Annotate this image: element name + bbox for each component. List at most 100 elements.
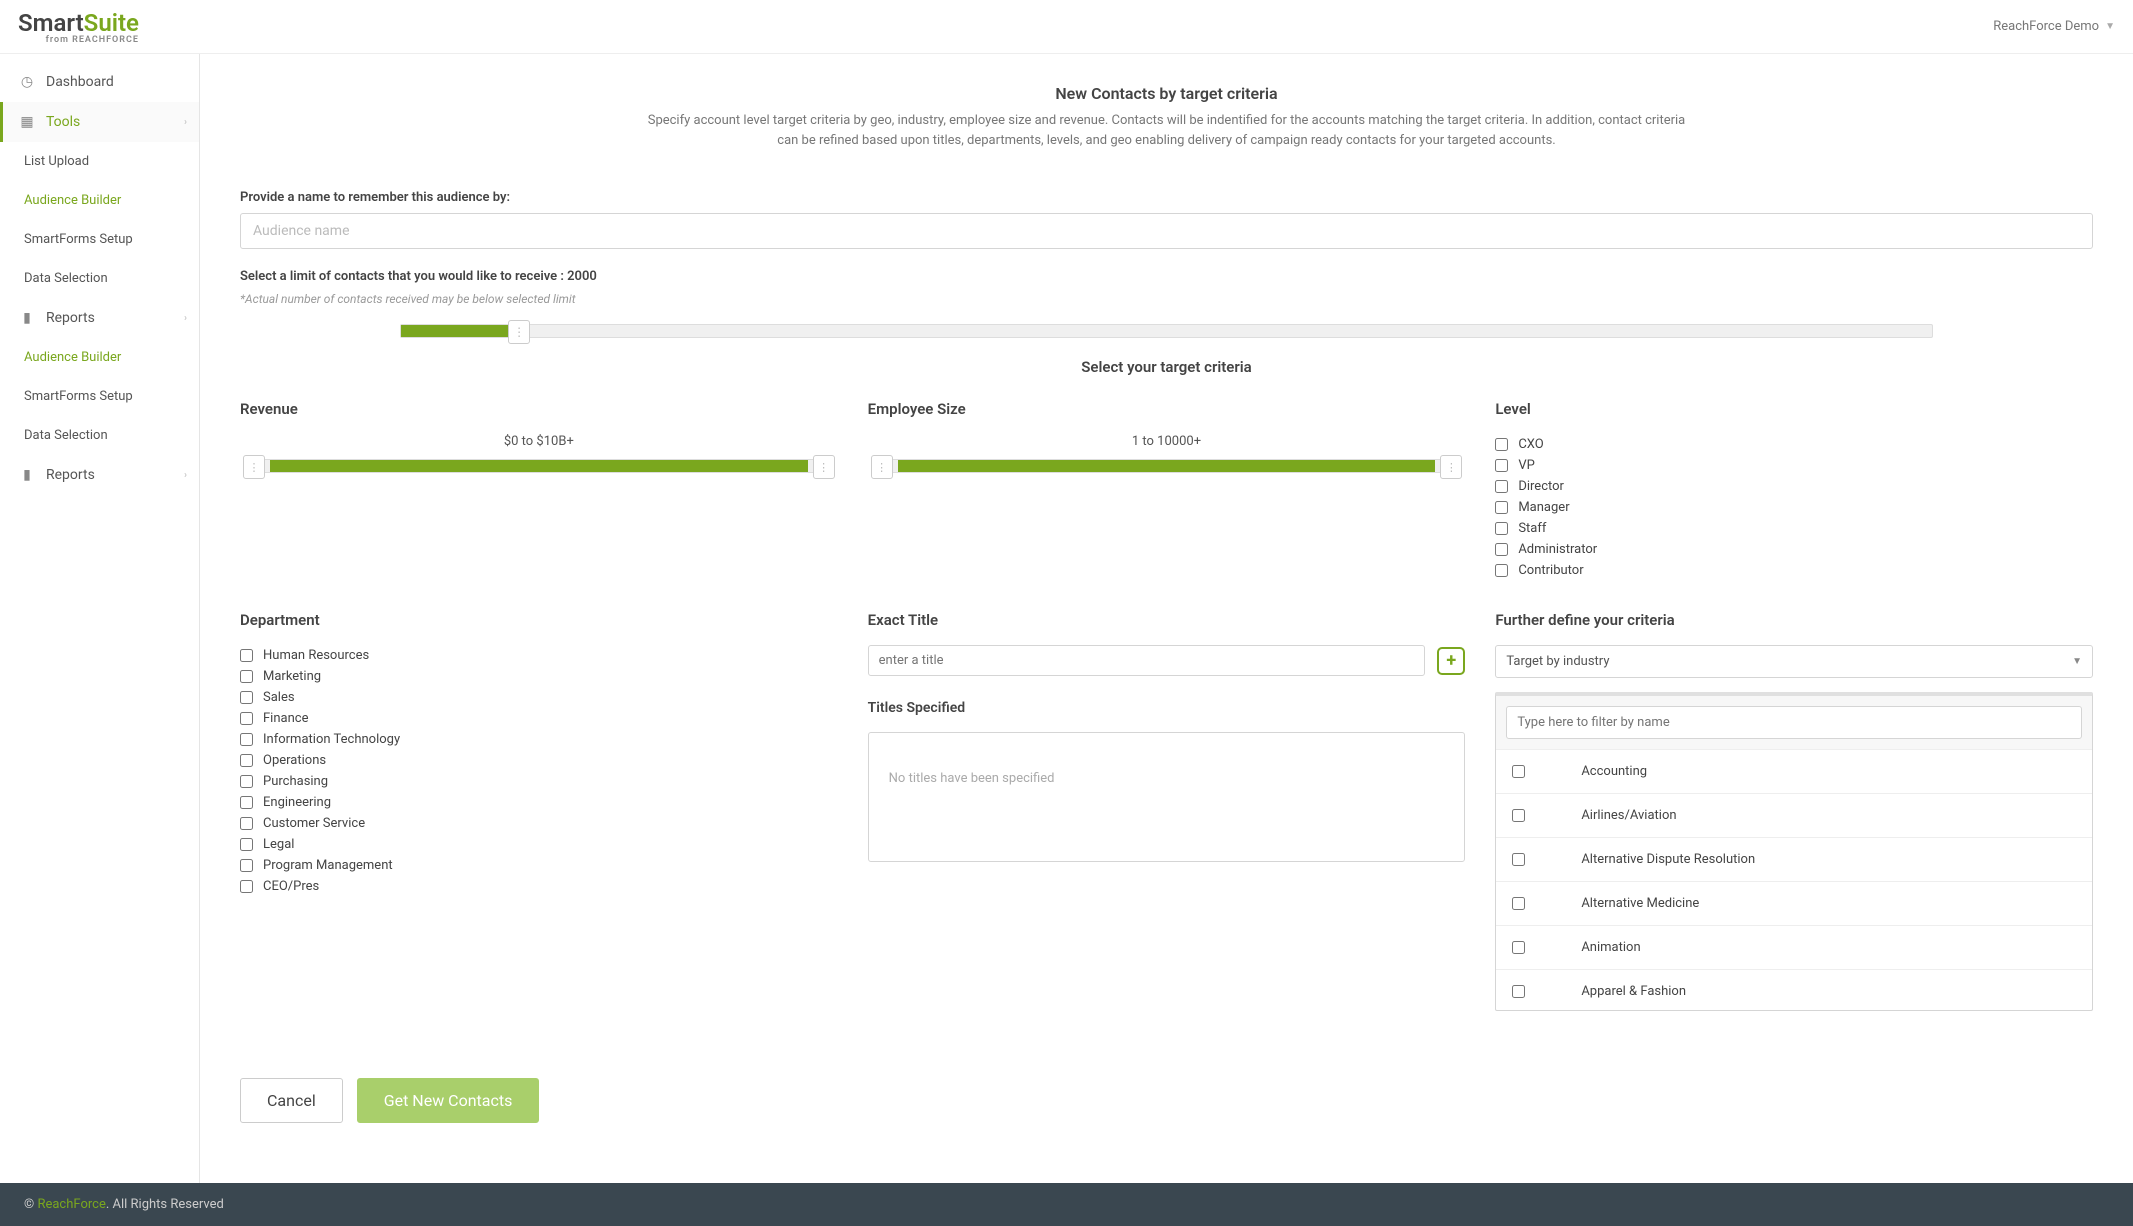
- department-label: Engineering: [263, 795, 331, 810]
- sidebar-item-tools[interactable]: ▦Tools›: [0, 102, 199, 142]
- level-label: Contributor: [1518, 563, 1583, 578]
- department-checkbox[interactable]: [240, 796, 253, 809]
- department-checkbox[interactable]: [240, 649, 253, 662]
- sidebar-item-dashboard[interactable]: ◷Dashboard: [0, 62, 199, 102]
- logo: SmartSuite from REACHFORCE: [18, 9, 139, 45]
- industry-checkbox[interactable]: [1512, 765, 1525, 778]
- level-checkbox[interactable]: [1495, 480, 1508, 493]
- industry-checkbox[interactable]: [1512, 941, 1525, 954]
- target-by-dropdown[interactable]: Target by industry ▼: [1495, 645, 2093, 678]
- industry-panel: AccountingAirlines/AviationAlternative D…: [1495, 692, 2093, 1011]
- department-checkbox[interactable]: [240, 691, 253, 704]
- footer-rest: . All Rights Reserved: [106, 1197, 224, 1212]
- sidebar-label: SmartForms Setup: [24, 389, 133, 404]
- level-checkbox[interactable]: [1495, 522, 1508, 535]
- department-checkbox[interactable]: [240, 754, 253, 767]
- sidebar-item-list-upload[interactable]: List Upload: [0, 142, 199, 181]
- department-checkbox[interactable]: [240, 712, 253, 725]
- sidebar-item-reports[interactable]: ▮Reports›: [0, 298, 199, 338]
- page-title: New Contacts by target criteria: [240, 84, 2093, 103]
- footer-copy: ©: [24, 1197, 37, 1212]
- employee-slider[interactable]: [880, 459, 1454, 473]
- sidebar-item-data-selection[interactable]: Data Selection: [0, 259, 199, 298]
- level-item: Administrator: [1495, 539, 2093, 560]
- sidebar-item-audience-builder-2[interactable]: Audience Builder: [0, 338, 199, 377]
- level-item: CXO: [1495, 434, 2093, 455]
- department-item: Purchasing: [240, 771, 838, 792]
- revenue-slider[interactable]: [252, 459, 826, 473]
- sidebar-item-audience-builder[interactable]: Audience Builder: [0, 181, 199, 220]
- slider-thumb-right[interactable]: [813, 455, 835, 479]
- department-item: Information Technology: [240, 729, 838, 750]
- sidebar-label: Reports: [46, 467, 95, 483]
- exact-title-block: Exact Title + Titles Specified No titles…: [868, 611, 1466, 1011]
- sidebar: ◷Dashboard ▦Tools› List Upload Audience …: [0, 54, 200, 1183]
- level-item: Staff: [1495, 518, 2093, 539]
- grid-icon: ▦: [18, 114, 36, 130]
- sidebar-item-reports-2[interactable]: ▮Reports›: [0, 455, 199, 495]
- department-checkbox[interactable]: [240, 817, 253, 830]
- department-block: Department Human Resources Marketing Sales…: [240, 611, 838, 1011]
- exact-title-input[interactable]: [868, 645, 1426, 676]
- industry-row: Airlines/Aviation: [1496, 794, 2092, 838]
- contact-limit-slider[interactable]: [240, 324, 2093, 338]
- department-head: Department: [240, 611, 838, 629]
- department-checkbox[interactable]: [240, 880, 253, 893]
- department-label: Legal: [263, 837, 294, 852]
- department-item: Human Resources: [240, 645, 838, 666]
- sidebar-item-data-selection-2[interactable]: Data Selection: [0, 416, 199, 455]
- sidebar-label: SmartForms Setup: [24, 232, 133, 247]
- level-checkbox[interactable]: [1495, 438, 1508, 451]
- level-block: Level CXOVPDirectorManagerStaffAdministr…: [1495, 400, 2093, 581]
- level-label: Administrator: [1518, 542, 1597, 557]
- get-new-contacts-button[interactable]: Get New Contacts: [357, 1078, 540, 1123]
- department-item: Operations: [240, 750, 838, 771]
- industry-checkbox[interactable]: [1512, 897, 1525, 910]
- chevron-down-icon: ▼: [2072, 656, 2082, 667]
- industry-label: Animation: [1581, 940, 1640, 955]
- employee-range-value: 1 to 10000+: [868, 434, 1466, 449]
- slider-thumb-right[interactable]: [1440, 455, 1462, 479]
- department-checkbox[interactable]: [240, 775, 253, 788]
- industry-checkbox[interactable]: [1512, 809, 1525, 822]
- contact-limit-note: *Actual number of contacts received may …: [240, 292, 2093, 306]
- level-checkbox[interactable]: [1495, 543, 1508, 556]
- footer-brand-link[interactable]: ReachForce: [37, 1197, 105, 1212]
- chevron-down-icon: ▼: [2105, 21, 2115, 32]
- slider-thumb-left[interactable]: [871, 455, 893, 479]
- slider-thumb[interactable]: [508, 320, 530, 344]
- department-item: Legal: [240, 834, 838, 855]
- gauge-icon: ◷: [18, 74, 36, 90]
- add-title-button[interactable]: +: [1437, 647, 1465, 675]
- level-checkbox[interactable]: [1495, 459, 1508, 472]
- sidebar-label: Audience Builder: [24, 193, 121, 208]
- industry-label: Accounting: [1581, 764, 1647, 779]
- industry-checkbox[interactable]: [1512, 853, 1525, 866]
- level-item: VP: [1495, 455, 2093, 476]
- industry-checkbox[interactable]: [1512, 985, 1525, 998]
- department-label: Sales: [263, 690, 295, 705]
- department-label: Human Resources: [263, 648, 369, 663]
- sidebar-label: Tools: [46, 114, 80, 130]
- industry-row: Animation: [1496, 926, 2092, 970]
- level-checkbox[interactable]: [1495, 564, 1508, 577]
- cancel-button[interactable]: Cancel: [240, 1078, 343, 1123]
- level-checkbox[interactable]: [1495, 501, 1508, 514]
- industry-label: Alternative Medicine: [1581, 896, 1699, 911]
- user-menu[interactable]: ReachForce Demo ▼: [1993, 19, 2115, 34]
- slider-thumb-left[interactable]: [243, 455, 265, 479]
- department-item: Sales: [240, 687, 838, 708]
- department-checkbox[interactable]: [240, 670, 253, 683]
- main-content: New Contacts by target criteria Specify …: [200, 54, 2133, 1183]
- department-item: Finance: [240, 708, 838, 729]
- sidebar-item-smartforms-setup[interactable]: SmartForms Setup: [0, 220, 199, 259]
- department-checkbox[interactable]: [240, 733, 253, 746]
- logo-smart: Smart: [18, 9, 84, 37]
- department-checkbox[interactable]: [240, 838, 253, 851]
- sidebar-item-smartforms-setup-2[interactable]: SmartForms Setup: [0, 377, 199, 416]
- department-checkbox[interactable]: [240, 859, 253, 872]
- industry-filter-input[interactable]: [1506, 706, 2082, 739]
- department-item: Marketing: [240, 666, 838, 687]
- audience-name-input[interactable]: [240, 213, 2093, 249]
- level-list: CXOVPDirectorManagerStaffAdministratorCo…: [1495, 434, 2093, 581]
